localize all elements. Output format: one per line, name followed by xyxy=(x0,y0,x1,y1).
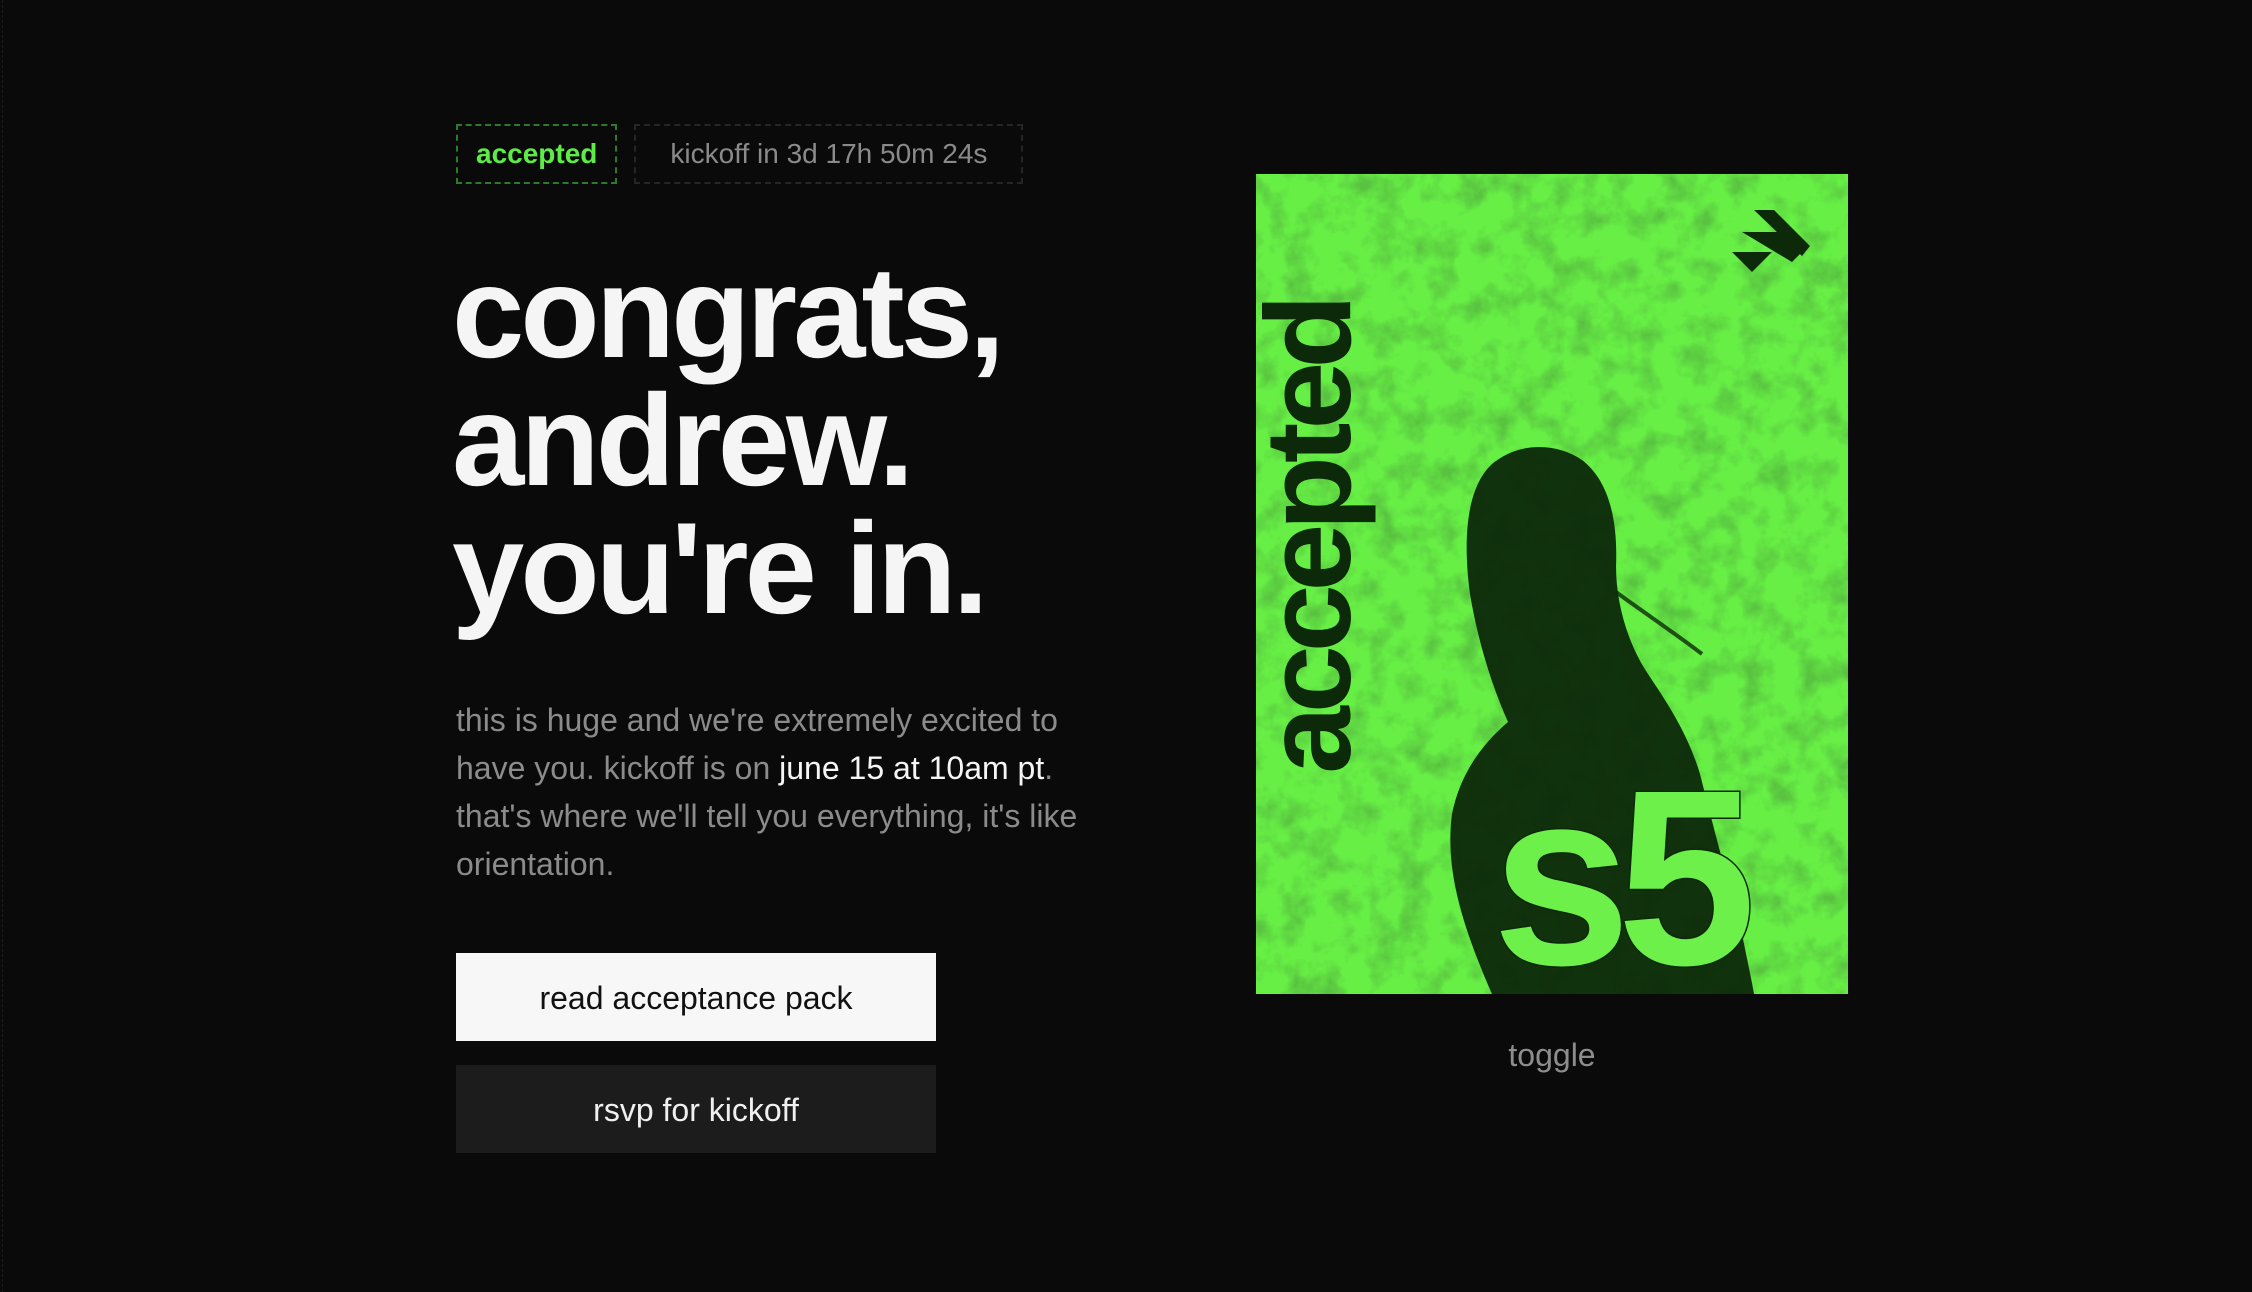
page-headline: congrats, andrew. you're in. xyxy=(452,239,1005,641)
intro-paragraph: this is huge and we're extremely excited… xyxy=(456,696,1096,888)
rsvp-kickoff-button[interactable]: rsvp for kickoff xyxy=(456,1065,936,1153)
kickoff-date-highlight: june 15 at 10am pt xyxy=(779,750,1045,786)
acceptance-poster: accepted s5 xyxy=(1256,174,1848,994)
headline-line-youre-in: you're in. xyxy=(452,495,989,641)
status-row: accepted kickoff in 3d 17h 50m 24s xyxy=(456,124,1024,184)
poster-season-text: s5 xyxy=(1492,738,1750,994)
headline-line-congrats: congrats, xyxy=(452,239,1005,385)
poster-vertical-accepted-text: accepted xyxy=(1256,301,1376,774)
accepted-status-badge: accepted xyxy=(456,124,618,184)
headline-line-name: andrew. xyxy=(452,367,914,513)
page-edge-divider xyxy=(2,0,3,1292)
poster-artwork: accepted s5 xyxy=(1256,174,1848,994)
acceptance-page: accepted kickoff in 3d 17h 50m 24s congr… xyxy=(0,0,2252,1292)
kickoff-countdown-badge: kickoff in 3d 17h 50m 24s xyxy=(634,124,1024,184)
poster-toggle[interactable]: toggle xyxy=(1256,1037,1848,1074)
read-acceptance-pack-button[interactable]: read acceptance pack xyxy=(456,953,936,1041)
